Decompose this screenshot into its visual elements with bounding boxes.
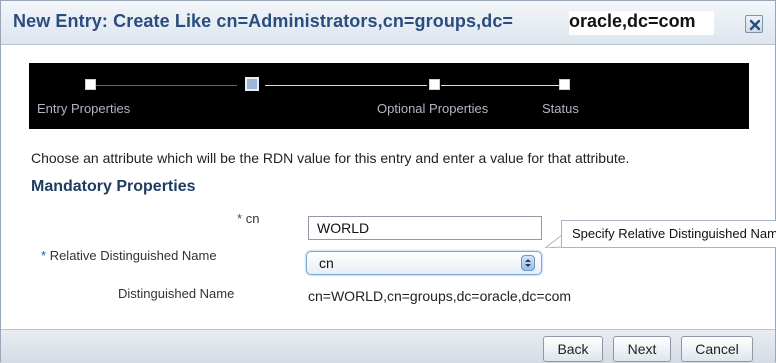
train-label-entry-properties[interactable]: Entry Properties <box>37 101 130 116</box>
close-icon <box>749 19 761 31</box>
train-label-optional-properties[interactable]: Optional Properties <box>377 101 488 116</box>
cn-input[interactable] <box>308 216 542 240</box>
train-stop-current <box>245 77 259 91</box>
train-stop-optional-properties[interactable] <box>429 79 440 90</box>
dialog-title: New Entry: Create Like cn=Administrators… <box>13 11 514 31</box>
select-arrows-icon <box>521 255 535 271</box>
rdn-select[interactable]: cn <box>306 251 542 275</box>
next-button[interactable]: Next <box>613 336 671 362</box>
required-marker: * <box>41 248 47 263</box>
dialog-title-suffix: oracle,dc=com <box>569 11 696 31</box>
section-title: Mandatory Properties <box>31 178 196 195</box>
cancel-button[interactable]: Cancel <box>681 336 753 362</box>
rdn-label: * Relative Distinguished Name <box>41 248 217 263</box>
train-line-visited <box>91 85 237 86</box>
rdn-tooltip: Specify Relative Distinguished Name <box>561 220 776 248</box>
train-stop-entry-properties[interactable] <box>85 79 96 90</box>
train-line-unvisited <box>441 85 559 86</box>
rdn-label-text: Relative Distinguished Name <box>49 248 217 263</box>
rdn-select-value: cn <box>319 255 334 271</box>
dn-value: cn=WORLD,cn=groups,dc=oracle,dc=com <box>308 288 572 304</box>
dialog-title-suffix-box: oracle,dc=com <box>569 11 714 35</box>
dialog-titlebar: New Entry: Create Like cn=Administrators… <box>1 1 775 45</box>
dn-label: Distinguished Name <box>118 286 235 301</box>
wizard-train: Entry Properties Optional Properties Sta… <box>29 63 749 129</box>
cn-label: * cn <box>237 211 259 226</box>
train-stop-status[interactable] <box>559 79 570 90</box>
back-button[interactable]: Back <box>543 336 603 362</box>
close-button[interactable] <box>745 15 763 33</box>
new-entry-dialog: New Entry: Create Like cn=Administrators… <box>0 0 776 363</box>
dialog-footer: Back Next Cancel <box>1 329 775 363</box>
cn-label-text: cn <box>245 211 260 226</box>
instruction-text: Choose an attribute which will be the RD… <box>31 150 630 166</box>
train-label-status[interactable]: Status <box>542 101 579 116</box>
train-line-unvisited <box>265 85 427 86</box>
required-marker: * <box>237 211 243 226</box>
